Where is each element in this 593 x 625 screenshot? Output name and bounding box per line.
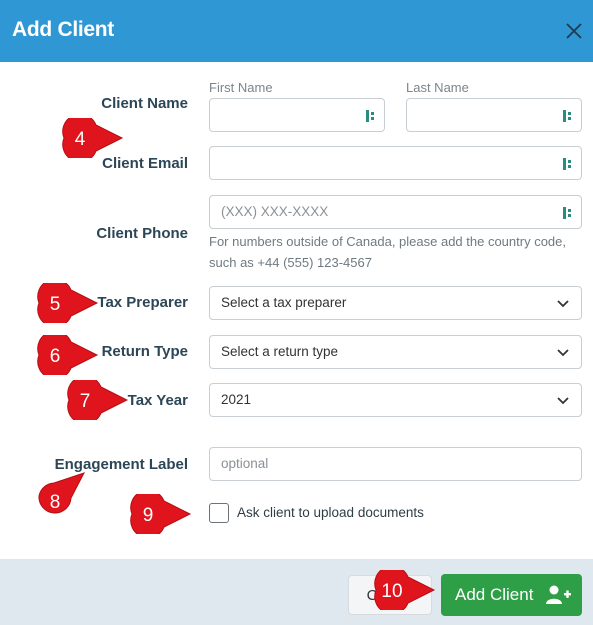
callout-marker-4: 4: [62, 118, 124, 158]
chevron-down-icon: [557, 349, 569, 357]
close-button[interactable]: [563, 20, 585, 42]
first-name-label: First Name: [209, 80, 273, 95]
last-name-label: Last Name: [406, 80, 469, 95]
autofill-icon: [563, 158, 571, 170]
return-type-value: Select a return type: [221, 344, 339, 359]
callout-marker-7: 7: [67, 380, 129, 420]
dialog-title: Add Client: [12, 18, 114, 41]
close-icon: [566, 23, 582, 39]
client-email-input[interactable]: [209, 146, 582, 180]
callout-marker-6: 6: [37, 335, 99, 375]
add-client-button[interactable]: Add Client: [441, 574, 582, 616]
client-phone-placeholder: (XXX) XXX-XXXX: [221, 204, 329, 219]
add-client-dialog: Add Client Client Name First Name Last N…: [0, 0, 593, 625]
client-phone-label: Client Phone: [96, 225, 188, 242]
tax-year-value: 2021: [221, 392, 252, 407]
svg-text:4: 4: [75, 129, 86, 150]
tax-preparer-select[interactable]: Select a tax preparer: [209, 286, 582, 320]
chevron-down-icon: [557, 397, 569, 405]
tax-year-select[interactable]: 2021: [209, 383, 582, 417]
dialog-header: Add Client: [0, 0, 593, 62]
last-name-input[interactable]: [406, 98, 582, 132]
tax-preparer-value: Select a tax preparer: [221, 295, 347, 310]
chevron-down-icon: [557, 300, 569, 308]
svg-text:6: 6: [50, 346, 61, 367]
svg-text:7: 7: [80, 391, 91, 412]
phone-helper-text: For numbers outside of Canada, please ad…: [209, 234, 566, 270]
add-user-icon: [546, 585, 571, 604]
engagement-label-placeholder: optional: [221, 456, 269, 471]
autofill-icon: [563, 110, 571, 122]
upload-documents-label: Ask client to upload documents: [237, 505, 424, 520]
upload-documents-checkbox[interactable]: [209, 503, 229, 523]
callout-marker-8: 8: [38, 472, 86, 514]
svg-text:9: 9: [143, 505, 154, 526]
svg-text:5: 5: [50, 294, 61, 315]
svg-text:8: 8: [50, 492, 61, 513]
client-name-label: Client Name: [101, 95, 188, 112]
callout-marker-10: 10: [374, 570, 436, 610]
svg-text:10: 10: [381, 581, 402, 602]
callout-marker-5: 5: [37, 283, 99, 323]
client-phone-input[interactable]: (XXX) XXX-XXXX: [209, 195, 582, 229]
autofill-icon: [366, 110, 374, 122]
callout-marker-9: 9: [130, 494, 192, 534]
add-client-button-label: Add Client: [455, 585, 534, 604]
autofill-icon: [563, 207, 571, 219]
return-type-select[interactable]: Select a return type: [209, 335, 582, 369]
first-name-input[interactable]: [209, 98, 385, 132]
engagement-label-input[interactable]: optional: [209, 447, 582, 481]
